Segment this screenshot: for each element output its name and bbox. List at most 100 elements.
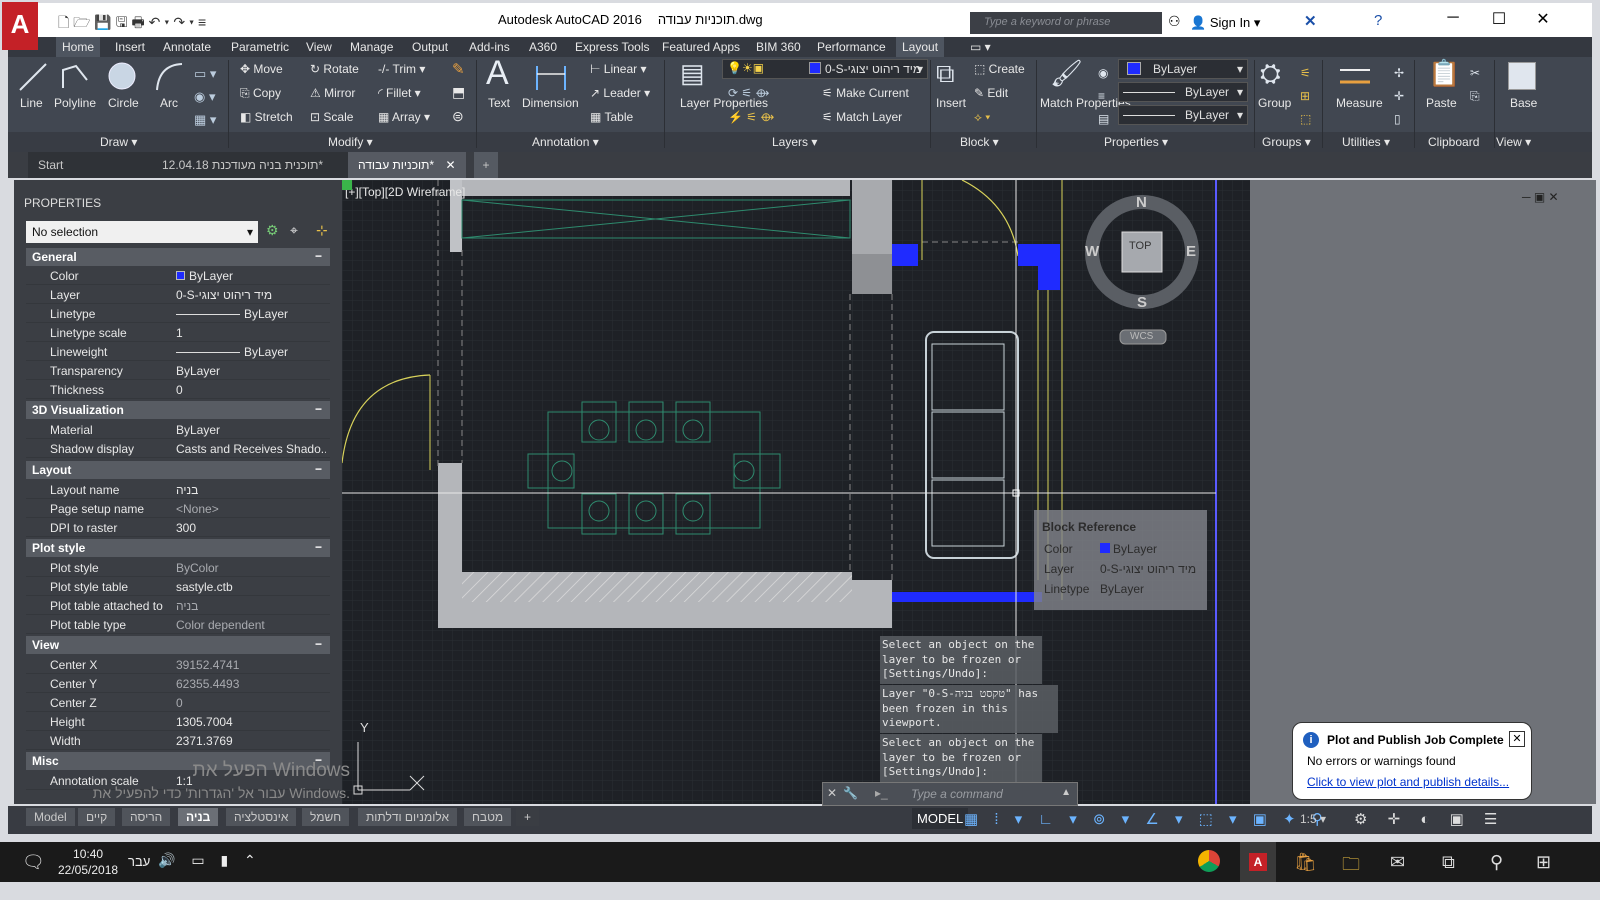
status-tools[interactable]: ⚙ ✛ ◐ ▣ ☰ bbox=[1354, 810, 1505, 828]
utilities-panel-label[interactable]: Utilities ▾ bbox=[1342, 135, 1390, 149]
model-space-toggle[interactable]: MODEL bbox=[912, 808, 969, 829]
viewport-controls[interactable]: ─ ▣ ✕ bbox=[1522, 190, 1559, 204]
layout-tab[interactable]: קיים bbox=[78, 808, 116, 826]
tab-bim-360[interactable]: BIM 360 bbox=[756, 40, 801, 54]
linear-button[interactable]: ⊢ Linear ▾ bbox=[590, 62, 647, 76]
layout-tab-active[interactable]: בניה bbox=[178, 808, 219, 826]
property-row[interactable]: Layer 0-S-מיד ריהוט יצוגי bbox=[26, 285, 330, 304]
move-button[interactable]: ✥ Move bbox=[240, 62, 283, 76]
exchange-icon[interactable]: ✕ bbox=[1304, 12, 1317, 30]
text-button[interactable]: Text bbox=[488, 96, 510, 110]
property-row[interactable]: Page setup name <None> bbox=[26, 499, 330, 518]
layout-tab[interactable]: חשמל bbox=[302, 808, 350, 826]
paste-button[interactable]: Paste bbox=[1426, 96, 1457, 110]
tab-express-tools[interactable]: Express Tools bbox=[575, 40, 649, 54]
tab-a360[interactable]: A360 bbox=[529, 40, 557, 54]
folder-icon[interactable]: 🗀 bbox=[1342, 852, 1360, 882]
compass-s[interactable]: S bbox=[1137, 294, 1147, 311]
chrome-icon[interactable] bbox=[1198, 850, 1220, 872]
annotation-panel-label[interactable]: Annotation ▾ bbox=[532, 135, 599, 149]
lineweight-dropdown[interactable]: ByLayer ▾ bbox=[1118, 105, 1248, 125]
property-row[interactable]: Center Y 62355.4493 bbox=[26, 674, 330, 693]
quick-select-icon[interactable]: ⚙ bbox=[266, 222, 279, 239]
close-icon[interactable]: ✕ bbox=[1528, 9, 1558, 29]
collapse-icon[interactable]: − bbox=[315, 249, 322, 263]
status-toggles[interactable]: ▦ ⁞ ▾ ∟ ▾ ⊚ ▾ ∠ ▾ ⬚ ▾ ▣ ✦ ⚲ bbox=[964, 810, 1329, 828]
group-tools[interactable]: ⚟ ⊞ ⬚ bbox=[1300, 62, 1311, 131]
sign-in-button[interactable]: 👤 Sign In ▾ bbox=[1190, 15, 1260, 31]
tab-add-ins[interactable]: Add-ins bbox=[469, 40, 510, 54]
property-row[interactable]: Shadow display Casts and Receives Shado..… bbox=[26, 439, 330, 458]
clipboard-tools[interactable]: ✂ ⎘ bbox=[1470, 62, 1480, 108]
section-view[interactable]: View − bbox=[26, 636, 330, 654]
layer-dropdown[interactable]: 💡☀▣ 0-S-מיד ריהוט יצוגי ▾ bbox=[722, 59, 928, 79]
tab-view[interactable]: View bbox=[306, 40, 332, 54]
scale-button[interactable]: ⊡ Scale bbox=[310, 110, 353, 124]
property-row[interactable]: Color ByLayer bbox=[26, 266, 330, 285]
tab-featured-apps[interactable]: Featured Apps bbox=[662, 40, 740, 54]
wcs-menu[interactable]: WCS bbox=[1130, 331, 1153, 342]
start-icon[interactable]: ⊞ bbox=[1536, 852, 1551, 873]
collapse-icon[interactable]: − bbox=[315, 540, 322, 554]
collapse-icon[interactable]: − bbox=[315, 402, 322, 416]
section-general[interactable]: General − bbox=[26, 248, 330, 266]
copy-button[interactable]: ⎘ Copy bbox=[240, 86, 281, 101]
color-dropdown[interactable]: ByLayer ▾ bbox=[1118, 59, 1248, 79]
tab-parametric[interactable]: Parametric bbox=[231, 40, 289, 54]
close-icon[interactable]: ✕ bbox=[1509, 731, 1525, 747]
view-panel-label[interactable]: View ▾ bbox=[1496, 135, 1531, 149]
property-row[interactable]: Plot style table sastyle.ctb bbox=[26, 577, 330, 596]
array-button[interactable]: ▦ Array ▾ bbox=[378, 110, 430, 124]
search-input[interactable]: Type a keyword or phrase bbox=[970, 12, 1162, 34]
insert-button[interactable]: Insert bbox=[936, 96, 966, 110]
trim-button[interactable]: -/- Trim ▾ bbox=[378, 62, 425, 76]
tab-performance[interactable]: Performance bbox=[817, 40, 886, 54]
add-layout-button[interactable]: + bbox=[516, 808, 540, 826]
property-row[interactable]: Plot table type Color dependent bbox=[26, 615, 330, 634]
utility-tools[interactable]: ✢ ✛ ▯ bbox=[1394, 62, 1404, 131]
draw-panel-label[interactable]: Draw ▾ bbox=[100, 135, 137, 149]
new-tab-button[interactable]: + bbox=[474, 152, 498, 178]
edit-block-button[interactable]: ✎ Edit bbox=[974, 86, 1008, 100]
store-icon[interactable]: 🛍 bbox=[1294, 852, 1317, 873]
tab-output[interactable]: Output bbox=[412, 40, 448, 54]
section-3d-visualization[interactable]: 3D Visualization − bbox=[26, 401, 330, 419]
quick-access-toolbar[interactable]: 🗋 🗁 💾 🖫 🖶 ↶ ▾ ↷ ▾ ≡ bbox=[58, 12, 206, 36]
doc-tab-start[interactable]: Start bbox=[28, 152, 152, 178]
action-center-icon[interactable]: 🗨 bbox=[22, 852, 45, 873]
selection-dropdown[interactable]: No selection ▾ bbox=[26, 221, 258, 243]
layout-tab[interactable]: הריסה bbox=[122, 808, 171, 826]
property-row[interactable]: Plot table attached to בניה bbox=[26, 596, 330, 615]
layout-tab[interactable]: אינסטלציה bbox=[226, 808, 297, 826]
property-row[interactable]: Width 2371.3769 bbox=[26, 731, 330, 750]
plot-notification[interactable]: i Plot and Publish Job Complete ✕ No err… bbox=[1292, 722, 1532, 800]
compass-w[interactable]: W bbox=[1085, 243, 1099, 260]
rotate-button[interactable]: ↻ Rotate bbox=[310, 62, 359, 76]
base-button[interactable]: Base bbox=[1510, 96, 1537, 110]
mirror-button[interactable]: ⚠ Mirror bbox=[310, 86, 355, 100]
collapse-icon[interactable]: − bbox=[315, 462, 322, 476]
stretch-button[interactable]: ◧ Stretch bbox=[240, 110, 293, 124]
section-layout[interactable]: Layout − bbox=[26, 461, 330, 479]
compass-n[interactable]: N bbox=[1136, 194, 1147, 211]
task-view-icon[interactable]: ⧉ bbox=[1442, 852, 1455, 873]
doc-tab-updated-plan[interactable]: 12.04.18 תוכנית בניה מעודכנת* ✕ bbox=[152, 152, 348, 198]
tab-home[interactable]: Home bbox=[56, 37, 101, 57]
group-button[interactable]: Group bbox=[1258, 96, 1291, 110]
table-button[interactable]: ▦ Table bbox=[590, 110, 633, 124]
binoculars-icon[interactable]: ⚇ bbox=[1168, 13, 1181, 30]
clock[interactable]: 10:40 22/05/2018 bbox=[58, 846, 118, 878]
minimize-icon[interactable]: ─ bbox=[1438, 9, 1468, 27]
layout-tab-model[interactable]: Model bbox=[26, 808, 75, 826]
tab-insert[interactable]: Insert bbox=[115, 40, 145, 54]
circle-button[interactable]: Circle bbox=[108, 96, 139, 110]
property-row[interactable]: Center X 39152.4741 bbox=[26, 655, 330, 674]
properties-panel-label[interactable]: Properties ▾ bbox=[1104, 135, 1168, 149]
doc-tab-work-plans[interactable]: תוכניות עבודה* ✕ bbox=[348, 152, 466, 178]
polyline-button[interactable]: Polyline bbox=[54, 96, 96, 110]
leader-button[interactable]: ↗ Leader ▾ bbox=[590, 86, 650, 100]
close-icon[interactable]: ✕ bbox=[827, 786, 837, 800]
close-icon[interactable]: ✕ bbox=[445, 158, 455, 172]
property-row[interactable]: Center Z 0 bbox=[26, 693, 330, 712]
layer-tools-row1[interactable]: ⟳ ⚟ ⟴ bbox=[728, 86, 769, 100]
